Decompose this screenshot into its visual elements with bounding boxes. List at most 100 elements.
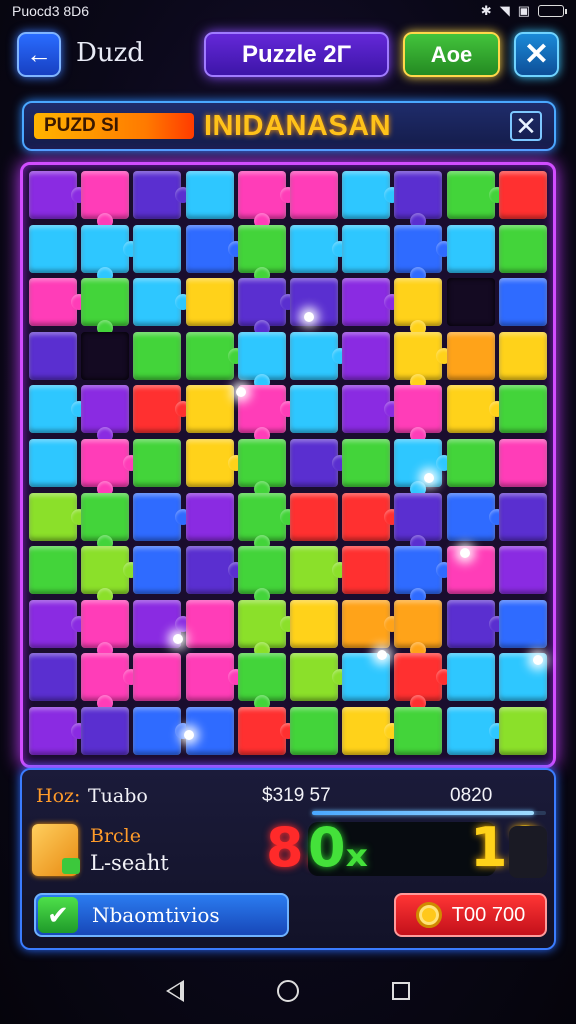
puzzle-piece[interactable] — [290, 224, 338, 273]
puzzle-piece[interactable] — [342, 707, 391, 755]
puzzle-piece[interactable] — [446, 224, 495, 273]
puzzle-piece[interactable] — [185, 546, 234, 595]
puzzle-piece[interactable] — [237, 653, 286, 702]
puzzle-piece[interactable] — [29, 331, 77, 380]
puzzle-piece[interactable] — [498, 385, 547, 434]
puzzle-piece[interactable] — [446, 492, 495, 541]
puzzle-piece[interactable] — [29, 546, 77, 595]
puzzle-piece[interactable] — [394, 171, 443, 219]
puzzle-piece[interactable] — [237, 546, 286, 595]
puzzle-piece[interactable] — [81, 653, 130, 702]
puzzle-piece[interactable] — [133, 278, 182, 327]
puzzle-piece[interactable] — [29, 439, 77, 487]
puzzle-piece[interactable] — [498, 707, 547, 755]
puzzle-piece[interactable] — [81, 224, 130, 273]
puzzle-piece[interactable] — [290, 546, 338, 595]
puzzle-piece[interactable] — [342, 278, 391, 327]
puzzle-piece[interactable] — [394, 385, 443, 434]
puzzle-piece[interactable] — [498, 439, 547, 487]
puzzle-piece[interactable] — [290, 599, 338, 648]
puzzle-piece[interactable] — [185, 224, 234, 273]
puzzle-piece[interactable] — [394, 653, 443, 702]
puzzle-piece[interactable] — [29, 492, 77, 541]
puzzle-piece[interactable] — [133, 546, 182, 595]
puzzle-piece[interactable] — [498, 599, 547, 648]
puzzle-piece[interactable] — [342, 546, 391, 595]
puzzle-piece[interactable] — [446, 599, 495, 648]
puzzle-piece[interactable] — [394, 546, 443, 595]
puzzle-piece[interactable] — [342, 599, 391, 648]
nav-back-icon[interactable] — [166, 980, 185, 1002]
puzzle-piece[interactable] — [29, 707, 77, 755]
puzzle-piece[interactable] — [185, 331, 234, 380]
puzzle-piece[interactable] — [446, 653, 495, 702]
puzzle-piece[interactable] — [81, 171, 130, 219]
puzzle-piece[interactable] — [446, 385, 495, 434]
puzzle-piece[interactable] — [446, 707, 495, 755]
banner-close-button[interactable]: ✕ — [510, 111, 542, 141]
puzzle-piece[interactable] — [290, 331, 338, 380]
puzzle-piece[interactable] — [446, 546, 495, 595]
puzzle-piece[interactable] — [133, 171, 182, 219]
puzzle-piece[interactable] — [133, 492, 182, 541]
puzzle-piece[interactable] — [498, 331, 547, 380]
puzzle-piece[interactable] — [237, 171, 286, 219]
nav-home-icon[interactable] — [276, 980, 299, 1002]
puzzle-piece[interactable] — [394, 224, 443, 273]
puzzle-piece[interactable] — [133, 439, 182, 487]
puzzle-piece[interactable] — [29, 171, 77, 219]
puzzle-piece[interactable] — [290, 171, 338, 219]
puzzle-piece[interactable] — [133, 707, 182, 755]
puzzle-piece[interactable] — [342, 439, 391, 487]
puzzle-piece[interactable] — [81, 707, 130, 755]
puzzle-piece[interactable] — [290, 653, 338, 702]
puzzle-piece[interactable] — [498, 278, 547, 327]
puzzle-piece[interactable] — [394, 278, 443, 327]
puzzle-piece[interactable] — [81, 599, 130, 648]
puzzle-piece[interactable] — [237, 331, 286, 380]
puzzle-piece[interactable] — [498, 546, 547, 595]
puzzle-piece[interactable] — [29, 278, 77, 327]
puzzle-piece[interactable] — [185, 278, 234, 327]
puzzle-piece[interactable] — [394, 492, 443, 541]
puzzle-piece[interactable] — [342, 385, 391, 434]
puzzle-piece[interactable] — [342, 224, 391, 273]
puzzle-piece[interactable] — [237, 224, 286, 273]
puzzle-piece[interactable] — [498, 171, 547, 219]
puzzle-piece[interactable] — [133, 385, 182, 434]
puzzle-piece[interactable] — [185, 171, 234, 219]
puzzle-piece[interactable] — [237, 439, 286, 487]
puzzle-piece[interactable] — [29, 224, 77, 273]
puzzle-piece[interactable] — [237, 278, 286, 327]
puzzle-piece[interactable] — [81, 385, 130, 434]
puzzle-piece[interactable] — [133, 653, 182, 702]
puzzle-piece[interactable] — [185, 599, 234, 648]
puzzle-piece[interactable] — [394, 707, 443, 755]
puzzle-piece[interactable] — [133, 224, 182, 273]
missions-button[interactable]: ✔ Nbaomtivios — [34, 893, 289, 937]
puzzle-piece[interactable] — [29, 599, 77, 648]
puzzle-piece[interactable] — [29, 385, 77, 434]
puzzle-piece[interactable] — [498, 224, 547, 273]
puzzle-piece[interactable] — [81, 278, 130, 327]
puzzle-piece[interactable] — [81, 492, 130, 541]
puzzle-piece[interactable] — [498, 492, 547, 541]
puzzle-piece[interactable] — [290, 707, 338, 755]
nav-recent-icon[interactable] — [391, 982, 410, 1000]
puzzle-piece[interactable] — [29, 653, 77, 702]
puzzle-piece[interactable] — [81, 331, 130, 380]
puzzle-piece[interactable] — [81, 439, 130, 487]
close-button[interactable]: ✕ — [514, 32, 559, 77]
puzzle-piece[interactable] — [342, 171, 391, 219]
puzzle-piece[interactable] — [290, 385, 338, 434]
puzzle-piece[interactable] — [133, 331, 182, 380]
puzzle-piece[interactable] — [342, 331, 391, 380]
puzzle-piece[interactable] — [290, 278, 338, 327]
puzzle-piece[interactable] — [446, 171, 495, 219]
puzzle-piece[interactable] — [394, 439, 443, 487]
buy-button[interactable]: T00 700 — [394, 893, 547, 937]
puzzle-piece[interactable] — [446, 331, 495, 380]
puzzle-piece[interactable] — [237, 707, 286, 755]
puzzle-board[interactable] — [27, 169, 549, 826]
puzzle-piece[interactable] — [237, 492, 286, 541]
